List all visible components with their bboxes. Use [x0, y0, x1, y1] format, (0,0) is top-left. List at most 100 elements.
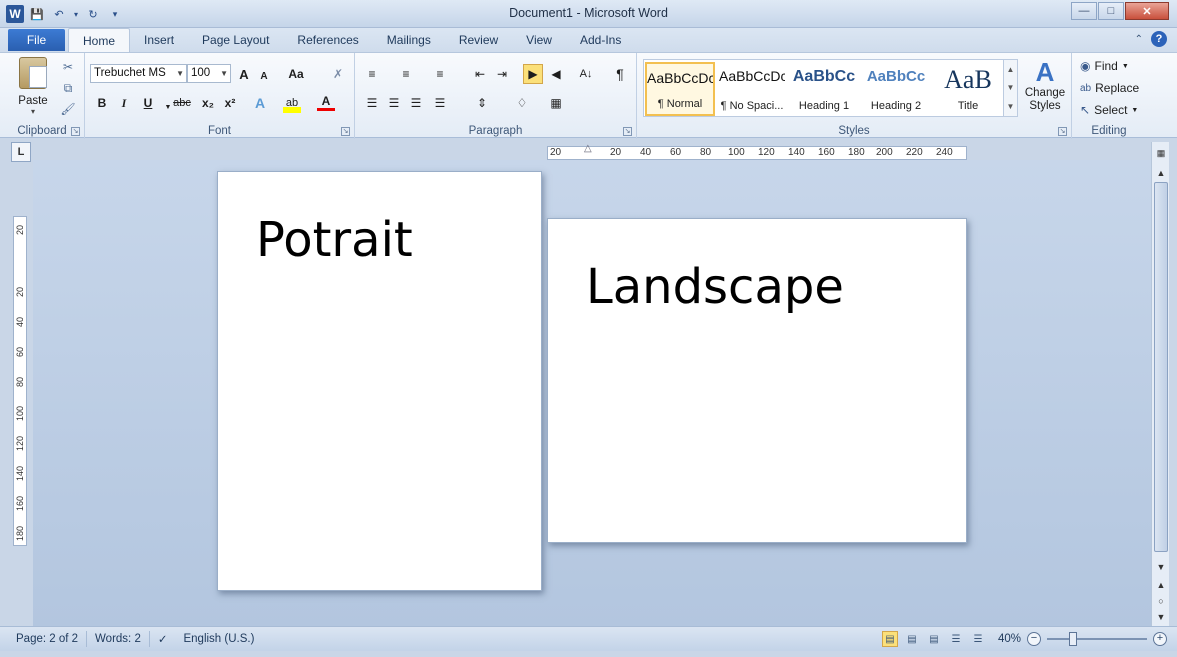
zoom-slider-thumb[interactable]	[1069, 632, 1077, 646]
vertical-ruler[interactable]: 20 20 40 60 80 100 120 140 160 180	[13, 216, 27, 546]
horizontal-ruler[interactable]: 20 20 40 60 80 100 120 140 160 180 200 2…	[547, 143, 967, 160]
document-area[interactable]: Potrait Landscape	[33, 160, 1151, 626]
subscript-button[interactable]: x₂	[199, 93, 217, 113]
tab-references[interactable]: References	[283, 28, 372, 52]
line-spacing-icon[interactable]: ⇕	[473, 93, 491, 113]
zoom-level[interactable]: 40%	[998, 633, 1021, 645]
select-browse-object-icon[interactable]: ○	[1154, 594, 1168, 608]
tab-review[interactable]: Review	[445, 28, 512, 52]
next-page-icon[interactable]: ▼	[1154, 610, 1168, 624]
increase-indent-icon[interactable]: ⇥	[493, 64, 511, 84]
tab-view[interactable]: View	[512, 28, 566, 52]
page-text[interactable]: Potrait	[256, 216, 413, 264]
style-title[interactable]: AaB Title	[933, 62, 1003, 116]
select-button[interactable]: ↖ Select ▼	[1080, 103, 1138, 117]
page-text[interactable]: Landscape	[586, 263, 844, 311]
clipboard-group: Paste ▾ ✂ ⧉ 🖌 Clipboard ↘	[0, 53, 85, 139]
align-center-icon[interactable]: ☰	[385, 93, 403, 113]
help-icon[interactable]: ?	[1151, 31, 1167, 47]
rtl-paragraph-icon[interactable]: ◀	[547, 64, 565, 84]
word-count[interactable]: Words: 2	[87, 631, 150, 647]
font-color-icon[interactable]: A	[317, 93, 335, 111]
style-no-spacing[interactable]: AaBbCcDc ¶ No Spaci...	[717, 62, 787, 116]
shading-icon[interactable]: ♢	[513, 93, 531, 113]
zoom-out-icon[interactable]: −	[1027, 632, 1041, 646]
proofing-icon[interactable]: ✓	[150, 631, 176, 647]
chevron-down-icon[interactable]: ▼	[1007, 83, 1015, 92]
more-styles-icon[interactable]: ▼	[1007, 102, 1015, 111]
change-case-button[interactable]: Aa	[287, 64, 305, 84]
tab-home[interactable]: Home	[68, 28, 131, 52]
landscape-page[interactable]: Landscape	[547, 218, 967, 543]
font-name-combo[interactable]: Trebuchet MS ▼	[90, 64, 187, 83]
tab-page-layout[interactable]: Page Layout	[188, 28, 283, 52]
full-screen-reading-view-icon[interactable]: ▤	[904, 631, 920, 647]
shrink-font-button[interactable]: A	[255, 66, 273, 86]
style-normal[interactable]: AaBbCcDc ¶ Normal	[645, 62, 715, 116]
change-styles-button[interactable]: A Change Styles	[1022, 57, 1068, 123]
justify-icon[interactable]: ☰	[431, 93, 449, 113]
tab-file[interactable]: File	[8, 29, 65, 51]
show-hide-button[interactable]: ¶	[611, 64, 629, 84]
highlight-icon[interactable]: ab	[283, 93, 301, 113]
view-ruler-icon[interactable]: ▦	[1154, 146, 1168, 160]
minimize-ribbon-icon[interactable]: ⌃	[1135, 34, 1143, 45]
superscript-button[interactable]: x²	[221, 93, 239, 113]
italic-button[interactable]: I	[115, 93, 133, 113]
paste-button[interactable]: Paste ▾	[10, 57, 56, 121]
multilevel-list-icon[interactable]: ≡	[431, 64, 449, 84]
align-left-icon[interactable]: ☰	[363, 93, 381, 113]
text-effects-icon[interactable]: A	[251, 93, 269, 113]
tab-mailings[interactable]: Mailings	[373, 28, 445, 52]
decrease-indent-icon[interactable]: ⇤	[471, 64, 489, 84]
clipboard-launcher-icon[interactable]: ↘	[71, 127, 80, 136]
replace-button[interactable]: ab Replace	[1080, 81, 1139, 95]
styles-launcher-icon[interactable]: ↘	[1058, 127, 1067, 136]
tab-insert[interactable]: Insert	[130, 28, 188, 52]
paragraph-launcher-icon[interactable]: ↘	[623, 127, 632, 136]
maximize-button[interactable]: □	[1098, 2, 1124, 20]
tab-selector-button[interactable]: L	[11, 142, 31, 162]
previous-page-icon[interactable]: ▲	[1154, 578, 1168, 592]
borders-icon[interactable]: ▦	[547, 93, 565, 113]
font-size-combo[interactable]: 100 ▼	[187, 64, 231, 83]
draft-view-icon[interactable]: ☰	[970, 631, 986, 647]
style-heading-2[interactable]: AaBbCc Heading 2	[861, 62, 931, 116]
numbering-icon[interactable]: ≡	[397, 64, 415, 84]
portrait-page[interactable]: Potrait	[217, 171, 542, 591]
strikethrough-button[interactable]: abc	[173, 93, 191, 113]
outline-view-icon[interactable]: ☰	[948, 631, 964, 647]
bullets-icon[interactable]: ≡	[363, 64, 381, 84]
chevron-up-icon[interactable]: ▲	[1007, 65, 1015, 74]
style-heading-1[interactable]: AaBbCc Heading 1	[789, 62, 859, 116]
print-layout-view-icon[interactable]: ▤	[881, 631, 898, 647]
scroll-down-icon[interactable]: ▼	[1154, 560, 1168, 574]
copy-icon[interactable]: ⧉	[60, 80, 76, 96]
paste-dropdown-icon[interactable]: ▾	[31, 107, 35, 116]
web-layout-view-icon[interactable]: ▤	[926, 631, 942, 647]
align-right-icon[interactable]: ☰	[407, 93, 425, 113]
grow-font-button[interactable]: A	[235, 64, 253, 84]
language[interactable]: English (U.S.)	[175, 631, 262, 647]
ruler-tick: 160	[818, 147, 835, 158]
styles-gallery-scroll[interactable]: ▲ ▼ ▼	[1003, 60, 1017, 116]
sort-icon[interactable]: A↓	[577, 64, 595, 84]
close-button[interactable]: ✕	[1125, 2, 1169, 20]
format-painter-icon[interactable]: 🖌	[60, 101, 76, 117]
page-count[interactable]: Page: 2 of 2	[0, 631, 88, 647]
minimize-button[interactable]: —	[1071, 2, 1097, 20]
zoom-slider[interactable]	[1047, 632, 1147, 646]
underline-button[interactable]: U	[139, 93, 157, 113]
bold-button[interactable]: B	[93, 93, 111, 113]
scroll-up-icon[interactable]: ▲	[1154, 166, 1168, 180]
tab-add-ins[interactable]: Add-Ins	[566, 28, 635, 52]
scroll-thumb[interactable]	[1154, 182, 1168, 552]
zoom-in-icon[interactable]: +	[1153, 632, 1167, 646]
cut-icon[interactable]: ✂	[60, 59, 76, 75]
font-launcher-icon[interactable]: ↘	[341, 127, 350, 136]
find-button[interactable]: ◉ Find ▼	[1080, 59, 1129, 73]
indent-marker-icon[interactable]: △	[584, 143, 592, 154]
clear-formatting-icon[interactable]: ✗	[329, 64, 347, 84]
ltr-paragraph-icon[interactable]: ▶	[523, 64, 543, 84]
vertical-scrollbar[interactable]: ▦ ▲ ▼ ▲ ○ ▼	[1151, 142, 1169, 626]
